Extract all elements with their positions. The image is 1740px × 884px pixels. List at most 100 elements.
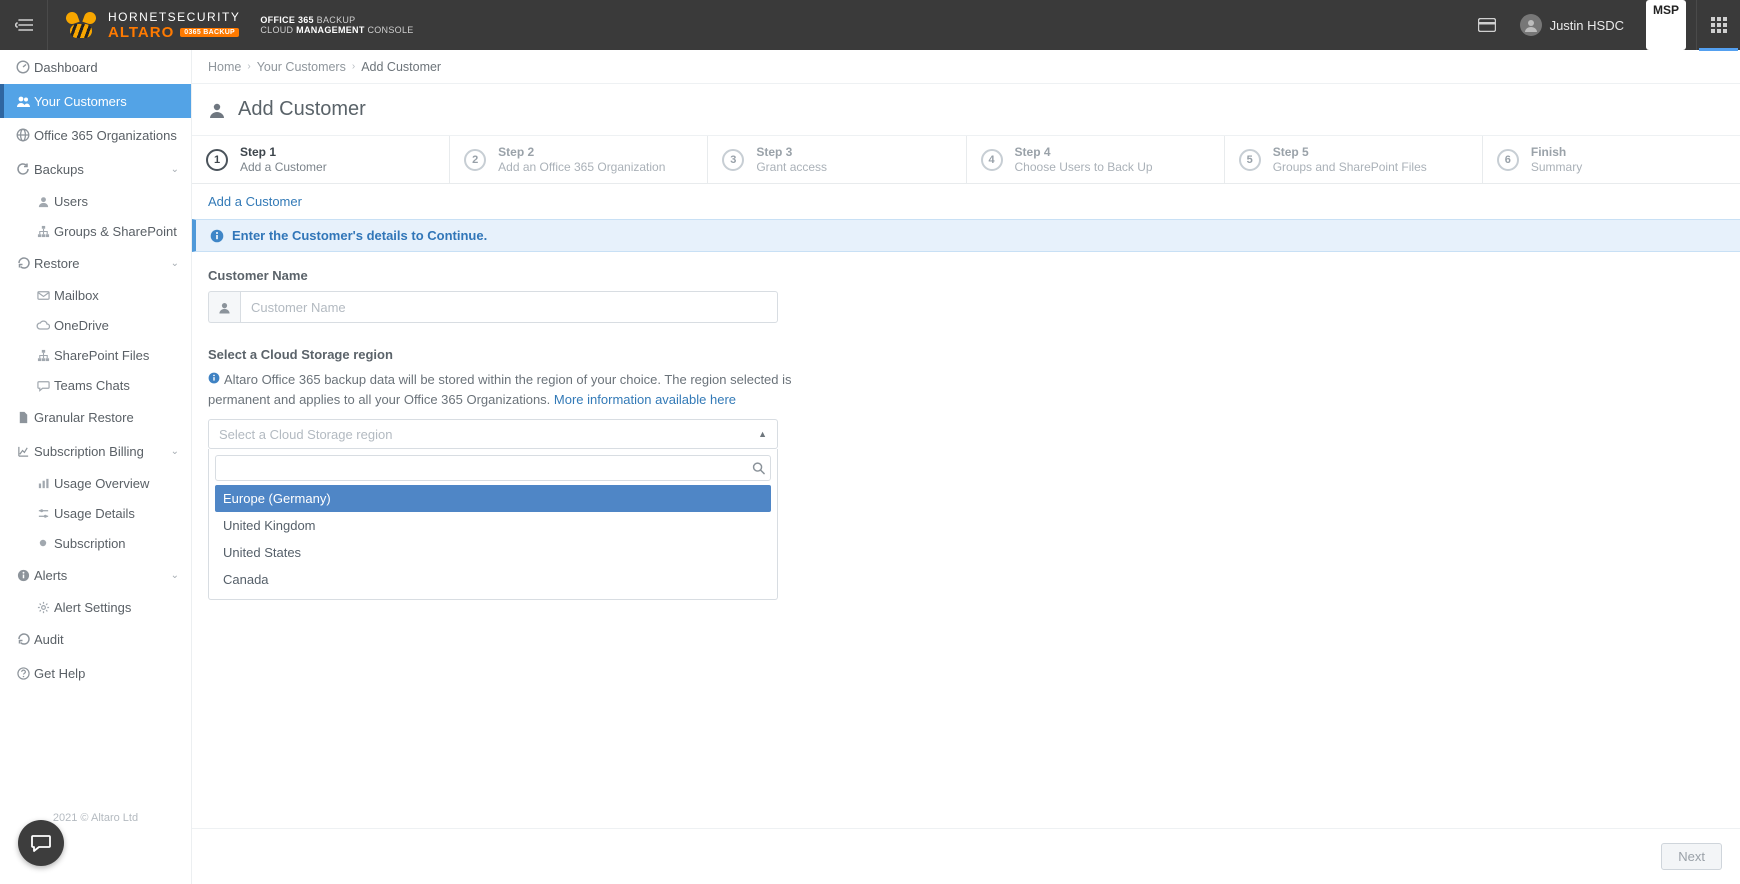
sidebar-item-groups-sharepoint[interactable]: Groups & SharePoint [20, 216, 191, 246]
sitemap-icon [32, 225, 54, 238]
sidebar-item-office-365-organizations[interactable]: Office 365 Organizations [0, 118, 191, 152]
sidebar-item-backups[interactable]: Backups⌄ [0, 152, 191, 186]
wizard-step-5[interactable]: 5Step 5Groups and SharePoint Files [1225, 136, 1483, 183]
sitemap-icon [32, 349, 54, 362]
user-chip[interactable]: Justin HSDC [1508, 0, 1636, 50]
sidebar-item-label: Teams Chats [54, 378, 179, 393]
region-option[interactable]: Canada [215, 566, 771, 593]
brand-logo[interactable]: HORNETSECURITY ALTARO 0365 BACKUP OFFICE… [48, 11, 414, 40]
menu-toggle[interactable] [0, 0, 48, 50]
region-info-link[interactable]: More information available here [554, 392, 736, 407]
user-addon-icon [208, 291, 240, 323]
wizard-step-2[interactable]: 2Step 2Add an Office 365 Organization [450, 136, 708, 183]
bars-icon [32, 477, 54, 490]
customer-name-label: Customer Name [208, 268, 1724, 283]
user-icon [208, 101, 226, 119]
sidebar-item-dashboard[interactable]: Dashboard [0, 50, 191, 84]
info-strip-text: Enter the Customer's details to Continue… [232, 228, 487, 243]
sidebar-item-usage-details[interactable]: Usage Details [20, 498, 191, 528]
region-search-input[interactable] [215, 455, 771, 481]
step-circle: 3 [722, 149, 744, 171]
sidebar-item-subscription[interactable]: Subscription [20, 528, 191, 558]
wizard-step-1[interactable]: 1Step 1Add a Customer [192, 136, 450, 183]
region-option[interactable]: Europe (Germany) [215, 485, 771, 512]
wizard-steps: 1Step 1Add a Customer2Step 2Add an Offic… [192, 136, 1740, 184]
step-number: Step 5 [1273, 145, 1427, 159]
gear-icon [32, 601, 54, 614]
region-option[interactable]: United States [215, 539, 771, 566]
grid-icon [1711, 17, 1727, 33]
sidebar-item-label: OneDrive [54, 318, 179, 333]
user-icon [32, 195, 54, 208]
sidebar-item-label: Audit [34, 632, 179, 647]
wizard-step-4[interactable]: 4Step 4Choose Users to Back Up [967, 136, 1225, 183]
sidebar-item-usage-overview[interactable]: Usage Overview [20, 468, 191, 498]
users-icon [12, 94, 34, 108]
dashboard-icon [12, 60, 34, 74]
sidebar-item-alerts[interactable]: Alerts⌄ [0, 558, 191, 592]
sidebar-item-teams-chats[interactable]: Teams Chats [20, 370, 191, 400]
file-icon [12, 411, 34, 424]
step-circle: 6 [1497, 149, 1519, 171]
sidebar-item-label: Dashboard [34, 60, 179, 75]
brand-text: HORNETSECURITY ALTARO 0365 BACKUP [108, 11, 240, 40]
region-label: Select a Cloud Storage region [208, 347, 1724, 362]
sidebar-item-mailbox[interactable]: Mailbox [20, 280, 191, 310]
sidebar-item-restore[interactable]: Restore⌄ [0, 246, 191, 280]
card-icon [1478, 18, 1496, 32]
sidebar-item-label: Groups & SharePoint [54, 224, 179, 239]
breadcrumb-item[interactable]: Home [208, 60, 241, 74]
sidebar-item-get-help[interactable]: Get Help [0, 656, 191, 690]
sidebar-item-users[interactable]: Users [20, 186, 191, 216]
region-option[interactable]: United Kingdom [215, 512, 771, 539]
region-helper: Altaro Office 365 backup data will be st… [208, 370, 808, 409]
caret-up-icon: ▲ [758, 429, 767, 439]
add-customer-sublink[interactable]: Add a Customer [192, 184, 1740, 219]
product-tagline: OFFICE 365 BACKUP CLOUD MANAGEMENT CONSO… [260, 15, 413, 36]
apps-switcher[interactable] [1696, 0, 1740, 50]
chevron-down-icon: ⌄ [171, 258, 179, 269]
sidebar-item-audit[interactable]: Audit [0, 622, 191, 656]
sidebar-item-label: Alerts [34, 568, 171, 583]
step-circle: 4 [981, 149, 1003, 171]
customer-name-input[interactable] [240, 291, 778, 323]
wizard-step-3[interactable]: 3Step 3Grant access [708, 136, 966, 183]
step-caption: Choose Users to Back Up [1015, 160, 1153, 174]
next-button[interactable]: Next [1661, 843, 1722, 870]
sidebar-item-label: Subscription [54, 536, 179, 551]
chevron-down-icon: ⌄ [171, 164, 179, 175]
region-select: Select a Cloud Storage region ▲ Europe (… [208, 419, 778, 600]
region-select-box[interactable]: Select a Cloud Storage region ▲ [208, 419, 778, 449]
breadcrumb-item[interactable]: Your Customers [257, 60, 346, 74]
sidebar-item-label: Get Help [34, 666, 179, 681]
sidebar-item-sharepoint-files[interactable]: SharePoint Files [20, 340, 191, 370]
sidebar-item-label: Usage Overview [54, 476, 179, 491]
dot-icon [32, 538, 54, 548]
card-icon-button[interactable] [1466, 0, 1508, 50]
sidebar-item-onedrive[interactable]: OneDrive [20, 310, 191, 340]
sliders-icon [32, 507, 54, 520]
brand-company: HORNETSECURITY [108, 11, 240, 23]
help-icon [12, 667, 34, 680]
top-bar: HORNETSECURITY ALTARO 0365 BACKUP OFFICE… [0, 0, 1740, 50]
sidebar-item-label: Restore [34, 256, 171, 271]
chat-fab[interactable] [18, 820, 64, 866]
sidebar-item-alert-settings[interactable]: Alert Settings [20, 592, 191, 622]
cloud-icon [32, 319, 54, 332]
chevron-down-icon: ⌄ [171, 446, 179, 457]
search-icon [752, 462, 765, 475]
step-number: Step 3 [756, 145, 827, 159]
sidebar-item-label: SharePoint Files [54, 348, 179, 363]
topbar-right: Justin HSDC MSP [1466, 0, 1740, 50]
chat-icon [32, 379, 54, 392]
wizard-step-6[interactable]: 6FinishSummary [1483, 136, 1740, 183]
sidebar-item-label: Usage Details [54, 506, 179, 521]
sidebar-item-your-customers[interactable]: Your Customers [0, 84, 191, 118]
menu-collapse-icon [15, 18, 33, 32]
sidebar-item-subscription-billing[interactable]: Subscription Billing⌄ [0, 434, 191, 468]
sidebar-subgroup: Usage Overview Usage Details Subscription [0, 468, 191, 558]
breadcrumb-separator-icon: › [247, 61, 250, 72]
sidebar-item-label: Granular Restore [34, 410, 179, 425]
sidebar-item-granular-restore[interactable]: Granular Restore [0, 400, 191, 434]
brand-badge: 0365 BACKUP [180, 28, 239, 37]
